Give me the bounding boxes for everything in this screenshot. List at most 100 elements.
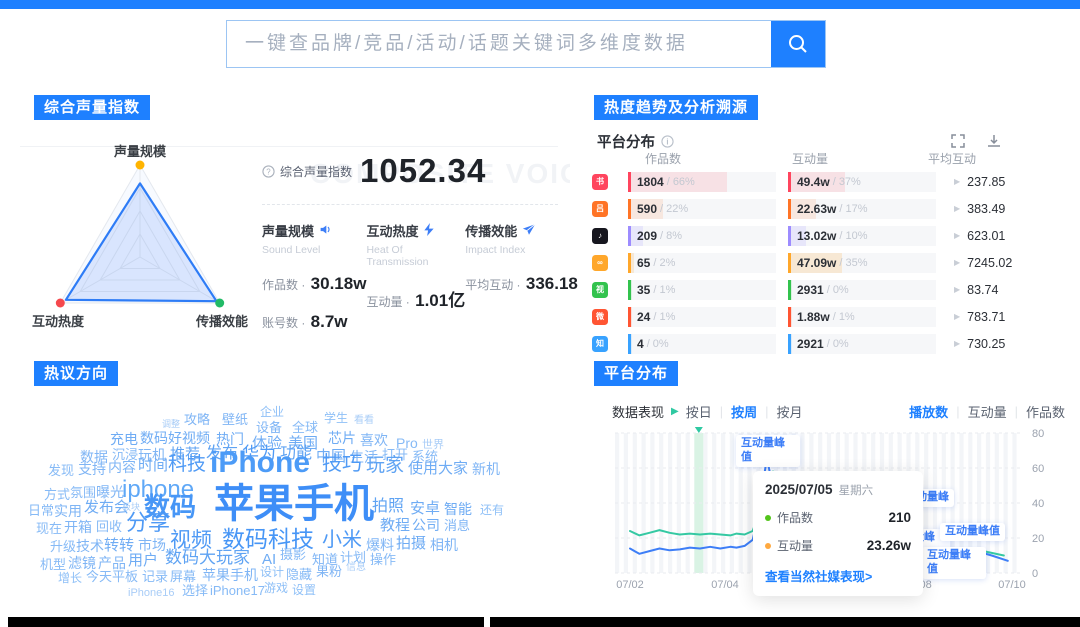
- wordcloud-term[interactable]: 摄影: [280, 548, 306, 561]
- wordcloud-term[interactable]: 攻略: [184, 413, 210, 426]
- download-icon[interactable]: [986, 133, 1002, 149]
- wordcloud-term[interactable]: 爆料: [366, 538, 394, 552]
- wordcloud-term[interactable]: 企业: [260, 406, 284, 418]
- platform-icon: 书: [592, 174, 608, 190]
- wordcloud-term[interactable]: 操作: [370, 553, 396, 566]
- wordcloud-term[interactable]: 小米: [322, 530, 362, 550]
- wordcloud-term[interactable]: 市场: [138, 538, 166, 552]
- wordcloud-term[interactable]: 时间: [138, 458, 168, 473]
- wordcloud-term[interactable]: 相机: [430, 538, 458, 552]
- platform-row[interactable]: 书 1804/ 66% 49.4w/ 37% ▶237.85: [592, 168, 1080, 195]
- wordcloud-term[interactable]: 喜欢: [360, 433, 388, 447]
- wordcloud-term[interactable]: 设备: [256, 421, 282, 434]
- wordcloud-term[interactable]: 新机: [472, 462, 500, 476]
- wordcloud-term[interactable]: 看看: [354, 416, 374, 426]
- tooltip-date: 2025/07/05: [765, 482, 833, 497]
- metric-tab-0[interactable]: 播放数: [909, 402, 948, 421]
- wordcloud-term[interactable]: 今天: [86, 570, 112, 583]
- wordcloud-term[interactable]: 升级: [50, 540, 76, 553]
- wordcloud-term[interactable]: 平板: [112, 570, 138, 583]
- wordcloud-term[interactable]: 方式: [44, 488, 70, 501]
- wordcloud-term[interactable]: 设计: [260, 566, 284, 578]
- wordcloud-term[interactable]: 内容: [108, 460, 136, 474]
- expand-icon[interactable]: [950, 133, 966, 149]
- wordcloud-term[interactable]: 教程: [380, 518, 410, 533]
- platform-row[interactable]: 吕 590/ 22% 22.63w/ 17% ▶383.49: [592, 195, 1080, 222]
- wordcloud-term[interactable]: 隐藏: [286, 568, 312, 581]
- metric-column: 传播效能 Impact Index平均互动 · 336.18: [465, 221, 573, 332]
- wordcloud-term[interactable]: 设置: [292, 584, 316, 596]
- wordcloud-term[interactable]: 氛围: [70, 486, 96, 499]
- svg-text:07/04: 07/04: [711, 579, 739, 591]
- wordcloud-term[interactable]: 实用: [54, 504, 82, 518]
- wordcloud-term[interactable]: 芯片: [328, 431, 356, 445]
- platform-row[interactable]: 知 4/ 0% 2921/ 0% ▶730.25: [592, 330, 1080, 357]
- wordcloud-term[interactable]: 数码好视频: [140, 431, 210, 445]
- wordcloud-term[interactable]: iPhone: [210, 448, 310, 478]
- metric-column: 声量规模 Sound Level作品数 · 30.18w账号数 · 8.7w: [262, 221, 366, 332]
- wordcloud-term[interactable]: 调整: [162, 420, 180, 429]
- wordcloud-term[interactable]: 苹果手机: [202, 568, 258, 582]
- search-input[interactable]: [227, 21, 771, 67]
- wordcloud-term[interactable]: 机型: [40, 558, 66, 571]
- wordcloud-term[interactable]: 智能: [444, 502, 472, 516]
- wordcloud-term[interactable]: 记录: [142, 570, 168, 583]
- wordcloud-term[interactable]: 选择: [182, 584, 208, 597]
- search-button[interactable]: [771, 21, 825, 67]
- wordcloud-term[interactable]: iPhone16: [128, 588, 175, 599]
- wordcloud-term[interactable]: 信息: [346, 563, 366, 573]
- wordcloud-term[interactable]: 技术: [76, 539, 104, 553]
- platform-row[interactable]: 视 35/ 1% 2931/ 0% ▶83.74: [592, 276, 1080, 303]
- wordcloud-term[interactable]: 开箱: [64, 520, 92, 534]
- wordcloud-term[interactable]: 拍摄: [396, 536, 426, 551]
- wordcloud-term[interactable]: 壁纸: [222, 413, 248, 426]
- wordcloud-term[interactable]: 全球: [292, 421, 318, 434]
- top-accent-bar: [0, 0, 1080, 9]
- wordcloud-term[interactable]: 滤镜: [68, 556, 96, 570]
- wordcloud-term[interactable]: 回收: [96, 520, 122, 533]
- wordcloud-term[interactable]: 发现: [48, 464, 74, 477]
- wordcloud-term[interactable]: 使用: [408, 461, 438, 476]
- tab-0[interactable]: 按日: [686, 402, 712, 421]
- platform-row[interactable]: 微 24/ 1% 1.88w/ 1% ▶783.71: [592, 303, 1080, 330]
- wordcloud-term[interactable]: 充电: [110, 432, 138, 446]
- view-social-link[interactable]: 查看当然社媒表现>: [765, 566, 911, 585]
- wordcloud-term[interactable]: 公司: [412, 518, 440, 532]
- tab-2[interactable]: 按月: [777, 402, 803, 421]
- wordcloud-term[interactable]: 增长: [58, 572, 82, 584]
- wordcloud-term[interactable]: 安卓: [410, 501, 440, 516]
- platform-row[interactable]: ♪ 209/ 8% 13.02w/ 10% ▶623.01: [592, 222, 1080, 249]
- wordcloud-term[interactable]: 日常: [28, 504, 54, 517]
- wordcloud-term[interactable]: 用户: [128, 553, 158, 568]
- wordcloud-term[interactable]: 曝光: [96, 485, 124, 499]
- wordcloud-term[interactable]: 产品: [98, 556, 126, 570]
- wordcloud-term[interactable]: 转转: [104, 538, 134, 553]
- metric-tab-1[interactable]: 互动量: [968, 402, 1007, 421]
- tab-1[interactable]: 按周: [731, 402, 757, 421]
- wordcloud-term[interactable]: 数码大玩家: [165, 549, 250, 566]
- chart-tooltip: 2025/07/05星期六 作品数 210 互动量 23.26w 查看当然社媒表…: [753, 471, 923, 596]
- wordcloud-term[interactable]: 科技: [168, 455, 206, 474]
- wordcloud-term[interactable]: 支持: [78, 462, 106, 476]
- svg-text:i: i: [666, 137, 668, 146]
- wordcloud-term[interactable]: 学生: [324, 412, 348, 424]
- wordcloud-term[interactable]: 消息: [444, 519, 470, 532]
- wordcloud-term[interactable]: 游戏: [264, 582, 288, 594]
- wordcloud-term[interactable]: 技巧: [322, 454, 362, 474]
- wordcloud-term[interactable]: 大家: [438, 461, 468, 476]
- wordcloud-term[interactable]: iPhone17: [210, 584, 265, 597]
- platform-row[interactable]: ∞ 65/ 2% 47.09w/ 35% ▶7245.02: [592, 249, 1080, 276]
- wordcloud-term[interactable]: 玩家: [366, 456, 404, 475]
- info-icon[interactable]: i: [661, 135, 674, 148]
- help-icon[interactable]: ?: [262, 165, 275, 178]
- metric-tab-2[interactable]: 作品数: [1026, 402, 1065, 421]
- wordcloud-term[interactable]: 分享: [126, 512, 170, 534]
- wordcloud-term[interactable]: 现在: [36, 522, 62, 535]
- wordcloud-term[interactable]: 拍照: [372, 499, 404, 515]
- wordcloud-term[interactable]: 果粉: [316, 565, 342, 578]
- wordcloud-term[interactable]: 屏幕: [170, 570, 196, 583]
- wordcloud-term[interactable]: 还有: [480, 504, 504, 516]
- platform-icon: ♪: [592, 228, 608, 244]
- wordcloud-term[interactable]: 热门: [216, 432, 244, 446]
- wordcloud-term[interactable]: 苹果手机: [214, 484, 374, 524]
